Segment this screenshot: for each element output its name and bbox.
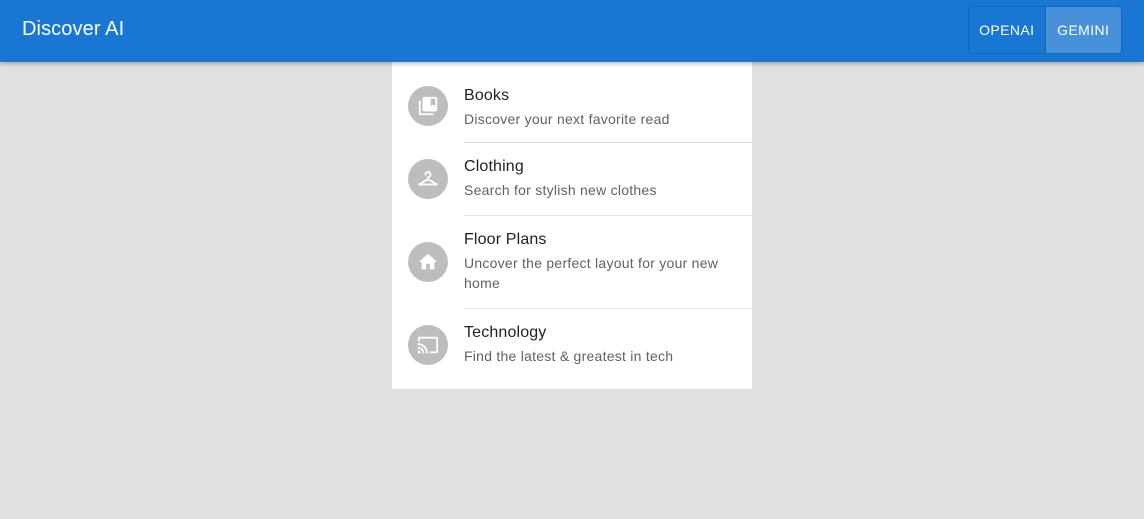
clothing-avatar — [408, 159, 448, 199]
list-item-subtitle: Uncover the perfect layout for your new … — [464, 255, 719, 291]
list-item-title: Clothing — [464, 158, 524, 175]
list-item-clothing[interactable]: Clothing Search for stylish new clothes — [392, 143, 752, 215]
book-icon — [418, 96, 438, 116]
technology-text: Technology Find the latest & greatest in… — [464, 323, 736, 366]
provider-toggle-group: OPENAI GEMINI — [968, 6, 1122, 54]
list-item-subtitle: Discover your next favorite read — [464, 111, 670, 127]
books-avatar — [408, 86, 448, 126]
technology-avatar — [408, 325, 448, 365]
books-text: Books Discover your next favorite read — [464, 86, 736, 129]
list-item-subtitle: Search for stylish new clothes — [464, 182, 657, 198]
cast-icon — [417, 336, 439, 354]
list-item-technology[interactable]: Technology Find the latest & greatest in… — [392, 309, 752, 389]
list-item-subtitle: Find the latest & greatest in tech — [464, 348, 674, 364]
list-item-title: Books — [464, 87, 510, 104]
floor-plans-text: Floor Plans Uncover the perfect layout f… — [464, 230, 736, 293]
list-item-floor-plans[interactable]: Floor Plans Uncover the perfect layout f… — [392, 216, 752, 308]
floor-plans-avatar — [408, 242, 448, 282]
app-title: Discover AI — [22, 18, 125, 40]
openai-toggle-button[interactable]: OPENAI — [969, 7, 1046, 53]
hanger-icon — [418, 171, 438, 186]
list-item-title: Technology — [464, 324, 547, 341]
list-item-books[interactable]: Books Discover your next favorite read — [392, 62, 752, 142]
list-item-title: Floor Plans — [464, 231, 547, 248]
clothing-text: Clothing Search for stylish new clothes — [464, 157, 736, 200]
app-bar: Discover AI OPENAI GEMINI — [0, 0, 1144, 62]
category-list: Books Discover your next favorite read C… — [392, 62, 752, 389]
house-icon — [418, 253, 438, 270]
gemini-toggle-button[interactable]: GEMINI — [1045, 7, 1121, 53]
